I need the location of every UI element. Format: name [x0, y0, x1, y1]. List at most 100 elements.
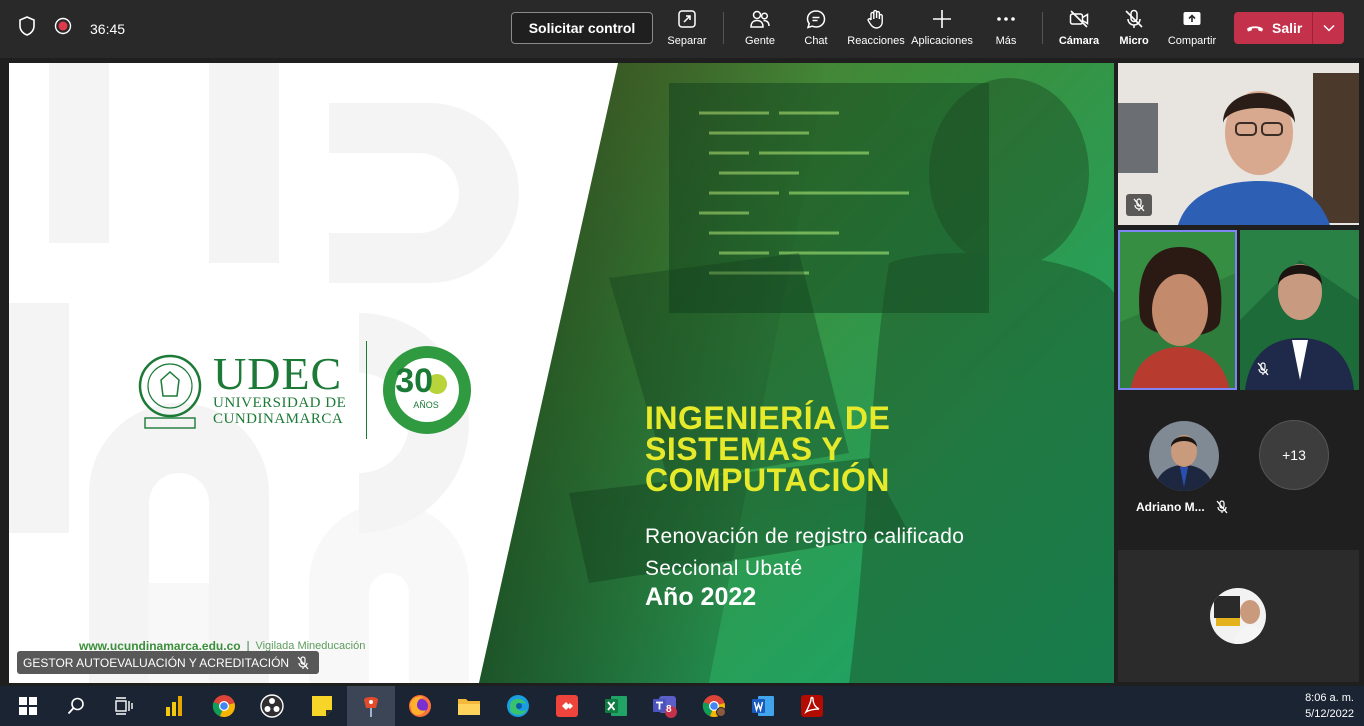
pinned-app-icon[interactable]: [357, 692, 385, 720]
powerbi-icon[interactable]: [160, 692, 188, 720]
raise-hand-icon: [867, 9, 883, 29]
muted-badge: [1126, 194, 1152, 216]
participant-name: Adriano M...: [1136, 500, 1205, 514]
toolbar-divider: [723, 12, 724, 44]
firefox-icon[interactable]: [406, 692, 434, 720]
chrome-icon[interactable]: [210, 692, 238, 720]
mic-off-icon: [297, 655, 309, 669]
presenter-label: GESTOR AUTOEVALUACIÓN Y ACREDITACIÓN: [23, 655, 290, 670]
share-icon: [1183, 12, 1201, 25]
presenter-name-tag: GESTOR AUTOEVALUACIÓN Y ACREDITACIÓN: [17, 651, 320, 674]
title-line-1: INGENIERÍA DE: [645, 400, 891, 436]
anniversary-number: 30: [395, 362, 434, 400]
mic-off-icon: [1257, 362, 1269, 376]
meeting-toolbar: 36:45 Solicitar control Separar Gente Ch…: [0, 0, 1364, 58]
title-line-3: COMPUTACIÓN: [645, 462, 890, 498]
reactions-label: Reacciones: [847, 35, 905, 47]
avatar-photo: [1149, 421, 1219, 491]
more-label: Más: [995, 35, 1017, 47]
camera-button[interactable]: Cámara: [1058, 8, 1100, 52]
reactions-button[interactable]: Reacciones: [847, 8, 905, 52]
participant-avatar: [1210, 588, 1266, 644]
chevron-down-icon: [1322, 24, 1335, 32]
slide-subtitle-1: Renovación de registro calificado: [645, 525, 965, 548]
university-logo: UDEC UNIVERSIDAD DE CUNDINAMARCA 30 AÑOS: [137, 341, 473, 439]
logo-main-text: UDEC: [213, 348, 343, 399]
pop-out-button[interactable]: Separar: [667, 8, 707, 52]
task-view-icon[interactable]: [110, 692, 138, 720]
acrobat-icon[interactable]: [798, 692, 826, 720]
teams-notification-badge: 8: [666, 704, 672, 715]
clock-time: 8:06 a. m.: [1305, 692, 1354, 704]
file-explorer-icon[interactable]: [455, 692, 483, 720]
leave-button[interactable]: Salir: [1234, 20, 1312, 36]
title-line-2: SISTEMAS Y: [645, 431, 844, 467]
leave-label: Salir: [1272, 20, 1303, 36]
shared-presentation: UDEC UNIVERSIDAD DE CUNDINAMARCA 30 AÑOS…: [9, 63, 1114, 683]
people-label: Gente: [745, 35, 775, 47]
chat-icon: [806, 10, 826, 29]
excel-icon[interactable]: [602, 692, 630, 720]
people-button[interactable]: Gente: [742, 8, 778, 52]
participant-video-speaking[interactable]: [1118, 230, 1237, 390]
more-icon: [997, 17, 1015, 21]
university-seal-icon: [138, 354, 202, 429]
teams-icon[interactable]: 8: [651, 692, 679, 720]
anydesk-icon[interactable]: [553, 692, 581, 720]
edge-icon[interactable]: [504, 692, 532, 720]
participant-video-feed: [1118, 63, 1359, 225]
participant-avatar[interactable]: [1149, 421, 1219, 491]
participant-video-1[interactable]: [1118, 63, 1359, 225]
meeting-status: 36:45: [18, 16, 125, 41]
muted-badge: [1250, 358, 1276, 380]
system-clock[interactable]: 8:06 a. m. 5/12/2022: [1305, 690, 1354, 722]
pop-out-label: Separar: [667, 35, 707, 47]
university-name: UDEC UNIVERSIDAD DE CUNDINAMARCA: [213, 348, 347, 428]
more-participants-button[interactable]: +13: [1259, 420, 1329, 490]
apps-label: Aplicaciones: [911, 35, 973, 47]
logo-line-2: CUNDINAMARCA: [213, 411, 344, 427]
word-icon[interactable]: [749, 692, 777, 720]
slide-year: Año 2022: [645, 583, 757, 611]
logo-divider: [366, 341, 368, 439]
plus-icon: [933, 10, 951, 28]
request-control-button[interactable]: Solicitar control: [511, 12, 653, 44]
mic-button[interactable]: Micro: [1118, 8, 1150, 52]
camera-label: Cámara: [1058, 35, 1100, 47]
shield-icon[interactable]: [18, 16, 36, 41]
slide-title: INGENIERÍA DE SISTEMAS Y COMPUTACIÓN: [645, 400, 891, 498]
mic-off-icon: [1216, 500, 1228, 519]
chrome-profile-icon[interactable]: [700, 692, 728, 720]
search-icon[interactable]: [62, 692, 90, 720]
windows-taskbar: 8 8:06 a. m. 5/12/2022: [0, 686, 1364, 726]
participant-tile-self[interactable]: [1118, 550, 1359, 682]
mic-off-icon: [1125, 9, 1143, 28]
chat-button[interactable]: Chat: [800, 8, 832, 52]
logo-line-1: UNIVERSIDAD DE: [213, 395, 347, 411]
chat-label: Chat: [804, 35, 828, 47]
slide-subtitle-2: Seccional Ubaté: [645, 557, 803, 580]
recording-icon: [54, 17, 72, 40]
anniversary-word: AÑOS: [413, 400, 439, 410]
pop-out-icon: [678, 10, 696, 28]
obs-icon[interactable]: [258, 692, 286, 720]
avatar-photo: [1210, 588, 1266, 644]
camera-off-icon: [1069, 10, 1089, 28]
more-button[interactable]: Más: [993, 8, 1019, 52]
share-label: Compartir: [1167, 35, 1217, 47]
meeting-timer: 36:45: [90, 20, 126, 37]
sticky-notes-icon[interactable]: [308, 692, 336, 720]
apps-button[interactable]: Aplicaciones: [911, 8, 973, 52]
leave-button-group: Salir: [1234, 12, 1344, 44]
leave-options-button[interactable]: [1313, 24, 1344, 32]
toolbar-divider: [1042, 12, 1043, 44]
phone-hangup-icon: [1247, 26, 1263, 32]
mic-off-icon: [1133, 198, 1145, 212]
clock-date: 5/12/2022: [1305, 708, 1354, 720]
windows-start-icon[interactable]: [14, 692, 42, 720]
mic-label: Micro: [1119, 35, 1149, 47]
anniversary-seal: 30 AÑOS: [381, 344, 473, 436]
participant-video-3[interactable]: [1240, 230, 1359, 390]
share-button[interactable]: Compartir: [1166, 8, 1218, 52]
people-icon: [750, 10, 770, 28]
